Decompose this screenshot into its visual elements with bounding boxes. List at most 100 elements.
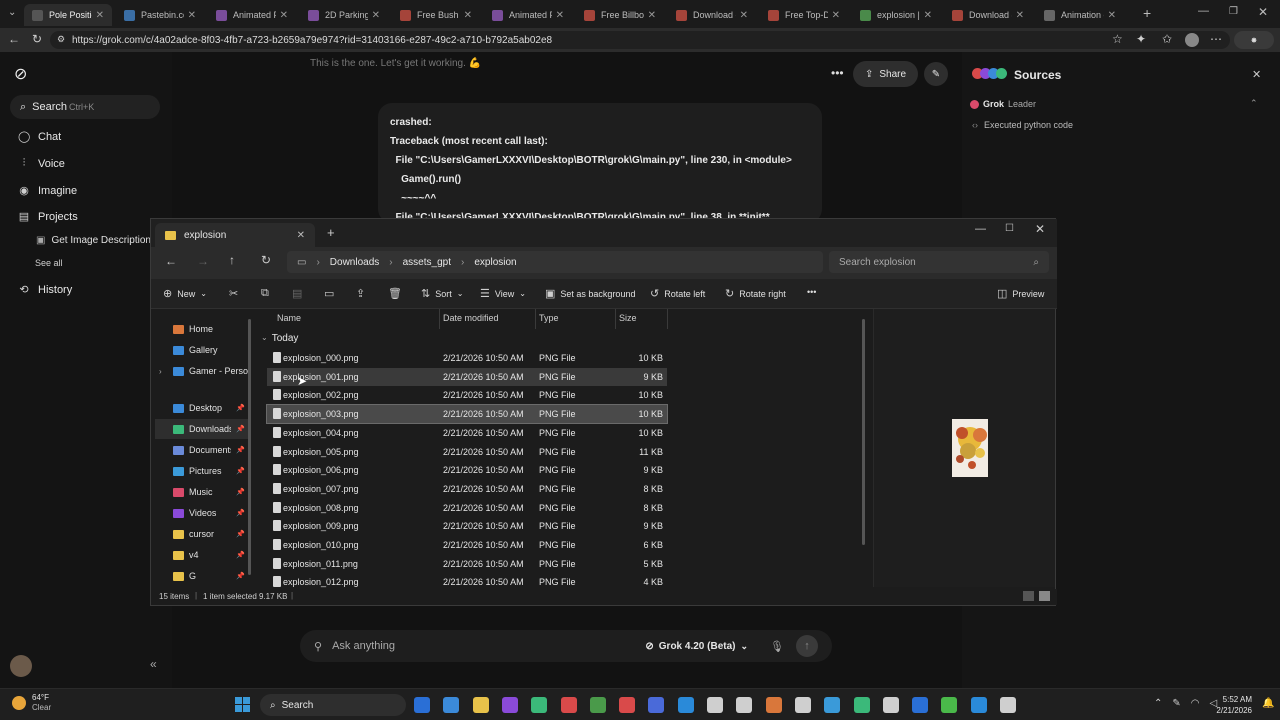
- send-button[interactable]: ↑: [796, 635, 818, 657]
- file-row[interactable]: explosion_011.png 2/21/2026 10:50 AM PNG F…: [267, 555, 667, 573]
- sidebar-item-chat[interactable]: ◯ Chat: [18, 130, 61, 144]
- nav-item-music[interactable]: Music 📌: [155, 482, 249, 502]
- paste-button[interactable]: ▤: [292, 287, 302, 300]
- tab-list-chevron-icon[interactable]: ⌄: [8, 7, 16, 18]
- up-arrow-icon[interactable]: ↑: [229, 253, 235, 267]
- taskbar-app-icon[interactable]: [941, 697, 958, 713]
- extensions-icon[interactable]: ✦: [1136, 32, 1146, 46]
- file-row[interactable]: explosion_003.png 2/21/2026 10:50 AM PNG F…: [266, 404, 668, 425]
- close-tab-icon[interactable]: ✕: [832, 10, 840, 21]
- reload-icon[interactable]: ↻: [32, 32, 42, 46]
- sort-button[interactable]: ⇅ Sort ⌄: [421, 287, 463, 300]
- taskbar-app-icon[interactable]: [414, 697, 430, 713]
- taskbar-app-icon[interactable]: [531, 697, 548, 713]
- explorer-minimize-icon[interactable]: —: [975, 223, 986, 235]
- taskbar-app-icon[interactable]: [970, 697, 987, 713]
- back-icon[interactable]: ←: [8, 32, 20, 46]
- more-commands-button[interactable]: •••: [807, 287, 816, 297]
- breadcrumb[interactable]: ▭ › Downloads › assets_gpt › explosion: [287, 251, 823, 273]
- group-header-today[interactable]: ⌄ Today: [261, 333, 298, 344]
- column-header-name[interactable]: Name: [277, 313, 301, 323]
- file-list-scrollbar[interactable]: [862, 319, 865, 545]
- browser-tab[interactable]: Pastebin.com ✕: [116, 4, 204, 26]
- notifications-icon[interactable]: 🔔: [1262, 698, 1274, 709]
- file-row[interactable]: explosion_000.png 2/21/2026 10:50 AM PNG F…: [267, 349, 667, 367]
- file-row[interactable]: explosion_008.png 2/21/2026 10:50 AM PNG F…: [267, 499, 667, 517]
- column-header-type[interactable]: Type: [539, 313, 559, 323]
- column-header-size[interactable]: Size: [619, 313, 637, 323]
- favorites-icon[interactable]: ✩: [1162, 32, 1172, 46]
- close-tab-icon[interactable]: ✕: [297, 230, 305, 241]
- file-row[interactable]: explosion_010.png 2/21/2026 10:50 AM PNG F…: [267, 536, 667, 554]
- taskbar-app-icon[interactable]: [912, 697, 929, 713]
- clock[interactable]: 5:52 AM 2/21/2026: [1212, 694, 1252, 716]
- explorer-close-icon[interactable]: ✕: [1035, 222, 1045, 236]
- nav-item-home[interactable]: Home: [155, 319, 249, 339]
- view-button[interactable]: ☰ View ⌄: [480, 287, 526, 300]
- browser-tab[interactable]: Pole Position II ✕: [24, 4, 112, 26]
- taskbar-app-icon[interactable]: [824, 697, 841, 713]
- rename-button[interactable]: ▭: [324, 287, 334, 300]
- sidebar-item-voice[interactable]: ⫶ Voice: [18, 157, 65, 170]
- explorer-search-input[interactable]: Search explosion ⌕: [829, 251, 1049, 273]
- close-tab-icon[interactable]: ✕: [1016, 10, 1024, 21]
- user-avatar[interactable]: [10, 655, 32, 677]
- taskbar-app-icon[interactable]: [443, 697, 460, 713]
- file-row[interactable]: explosion_002.png 2/21/2026 10:50 AM PNG F…: [267, 386, 667, 404]
- profile-avatar[interactable]: [1185, 33, 1199, 47]
- taskbar-app-icon[interactable]: [677, 697, 694, 713]
- bookmark-star-icon[interactable]: ☆: [1112, 32, 1123, 46]
- tiles-view-icon[interactable]: [1039, 591, 1050, 601]
- column-header-date[interactable]: Date modified: [443, 313, 499, 323]
- breadcrumb-item[interactable]: Downloads: [330, 257, 379, 268]
- set-background-button[interactable]: ▣ Set as background: [545, 287, 635, 300]
- sidebar-item-imagine[interactable]: ◉ Imagine: [18, 184, 77, 198]
- nav-item-downloads[interactable]: Downloads 📌: [155, 419, 249, 439]
- breadcrumb-item[interactable]: assets_gpt: [403, 257, 451, 268]
- url-input[interactable]: https://grok.com/c/4a02adce-8f03-4fb7-a7…: [50, 31, 1230, 49]
- browser-tab[interactable]: explosion | Op ✕: [852, 4, 940, 26]
- nav-pane-scrollbar[interactable]: [248, 319, 251, 575]
- system-tray[interactable]: ⌃ ✎ ◠ ◁: [1154, 698, 1217, 709]
- browser-tab[interactable]: Animated Palm ✕: [484, 4, 572, 26]
- grok-logo-icon[interactable]: ⊘: [14, 64, 27, 84]
- file-row[interactable]: explosion_007.png 2/21/2026 10:50 AM PNG F…: [267, 480, 667, 498]
- close-tab-icon[interactable]: ✕: [924, 10, 932, 21]
- taskbar-app-icon[interactable]: [794, 697, 811, 713]
- start-button[interactable]: [235, 697, 250, 712]
- model-selector[interactable]: ⊘ Grok 4.20 (Beta) ⌄: [645, 641, 748, 652]
- browser-tab[interactable]: Free Bush Asse ✕: [392, 4, 480, 26]
- sidebar-item-projects[interactable]: ▤ Projects: [18, 210, 78, 224]
- file-row[interactable]: explosion_006.png 2/21/2026 10:50 AM PNG F…: [267, 461, 667, 479]
- explorer-maximize-icon[interactable]: ☐: [1005, 223, 1014, 234]
- close-tab-icon[interactable]: ✕: [188, 10, 196, 21]
- ask-input[interactable]: ⚲ Ask anything ⊘ Grok 4.20 (Beta) ⌄ 🎙 ↑: [300, 630, 832, 662]
- browser-tab[interactable]: 2D Parking Ass ✕: [300, 4, 388, 26]
- rotate-right-button[interactable]: ↻ Rotate right: [725, 287, 786, 300]
- close-tab-icon[interactable]: ✕: [464, 10, 472, 21]
- nav-item-desktop[interactable]: Desktop 📌: [155, 398, 249, 418]
- mic-icon[interactable]: 🎙: [770, 640, 784, 653]
- taskbar-app-icon[interactable]: [648, 697, 665, 713]
- taskbar-app-icon[interactable]: [501, 697, 518, 713]
- back-arrow-icon[interactable]: ←: [165, 254, 177, 268]
- expand-chevron-icon[interactable]: ›: [159, 367, 162, 376]
- see-all-link[interactable]: See all: [35, 258, 63, 268]
- collapse-leader-icon[interactable]: ⌃: [1250, 98, 1258, 109]
- details-view-icon[interactable]: [1023, 591, 1034, 601]
- browser-tab[interactable]: Free Billboards ✕: [576, 4, 664, 26]
- taskbar-app-icon[interactable]: [619, 697, 636, 713]
- weather-widget[interactable]: 64°F Clear: [12, 693, 51, 713]
- browser-tab[interactable]: Download - Cr ✕: [668, 4, 756, 26]
- grok-search-button[interactable]: ⌕ Search Ctrl+K: [10, 95, 160, 119]
- new-button[interactable]: ⊕ New ⌄: [163, 287, 207, 300]
- window-close-icon[interactable]: ✕: [1258, 5, 1268, 19]
- taskbar-app-icon[interactable]: [560, 697, 577, 713]
- taskbar-app-icon[interactable]: [1000, 697, 1016, 713]
- nav-item-gallery[interactable]: Gallery: [155, 340, 249, 360]
- nav-item-pictures[interactable]: Pictures 📌: [155, 461, 249, 481]
- project-item[interactable]: ▣ Get Image Description: [36, 235, 151, 246]
- delete-button[interactable]: 🗑: [388, 287, 402, 300]
- taskbar-app-icon[interactable]: [882, 697, 899, 713]
- window-minimize-icon[interactable]: —: [1198, 5, 1209, 17]
